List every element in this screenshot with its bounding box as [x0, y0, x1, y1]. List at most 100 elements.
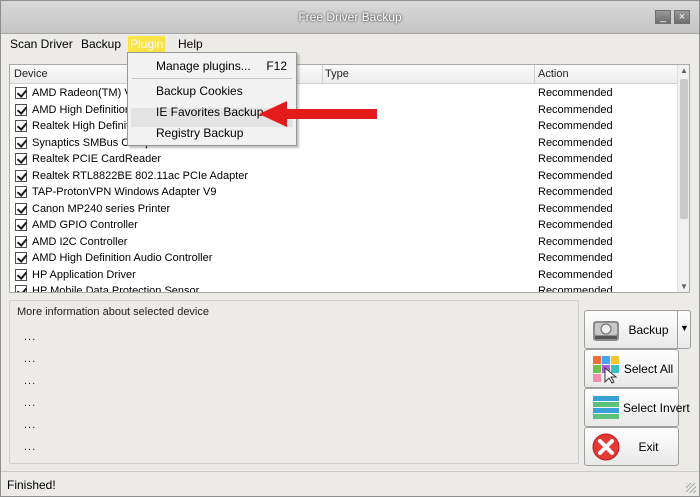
- device-action: Recommended: [538, 103, 613, 116]
- device-action: Recommended: [538, 136, 613, 149]
- row-checkbox[interactable]: [15, 252, 27, 264]
- status-text: Finished!: [7, 478, 56, 492]
- menu-bar: Scan Driver Backup Plugin Help: [1, 34, 699, 54]
- select-all-button[interactable]: Select All: [584, 349, 679, 388]
- exit-label: Exit: [638, 440, 659, 454]
- table-row[interactable]: TAP-ProtonVPN Windows Adapter V9 Recommen…: [10, 184, 678, 201]
- minimize-button[interactable]: _: [655, 10, 671, 24]
- info-line: ...: [24, 353, 37, 365]
- select-invert-icon: [593, 396, 619, 419]
- red-arrow-annotation: [259, 101, 377, 127]
- device-list[interactable]: Device Type Action AMD Radeon(TM) Ve Reco…: [9, 64, 690, 293]
- row-checkbox[interactable]: [15, 169, 27, 182]
- window-title: Free Driver Backup: [298, 10, 402, 24]
- device-action: Recommended: [538, 235, 613, 248]
- resize-grip-icon[interactable]: [686, 483, 696, 493]
- column-divider[interactable]: [534, 65, 535, 84]
- device-name: AMD High Definition: [32, 103, 132, 116]
- row-checkbox[interactable]: [15, 186, 27, 198]
- table-row[interactable]: AMD High Definition Audio Controller Reco…: [10, 250, 678, 267]
- row-checkbox[interactable]: [15, 136, 27, 149]
- table-row[interactable]: HP Application Driver Recommended: [10, 267, 678, 284]
- menu-item-backup-cookies[interactable]: Backup Cookies: [156, 84, 243, 98]
- table-row[interactable]: AMD GPIO Controller Recommended: [10, 217, 678, 234]
- device-action: Recommended: [538, 285, 613, 293]
- main-window: Free Driver Backup _ × Scan Driver Backu…: [0, 0, 700, 497]
- device-action: Recommended: [538, 120, 613, 132]
- device-action: Recommended: [538, 186, 613, 198]
- device-action: Recommended: [538, 153, 613, 165]
- menu-item-ie-favorites-backup[interactable]: IE Favorites Backup: [156, 105, 263, 119]
- menu-scan-driver[interactable]: Scan Driver: [10, 37, 73, 51]
- row-checkbox[interactable]: [15, 153, 27, 165]
- device-name: AMD I2C Controller: [32, 235, 128, 248]
- device-name: AMD GPIO Controller: [32, 219, 138, 231]
- select-invert-button[interactable]: Select Invert: [584, 388, 690, 427]
- column-action[interactable]: Action: [538, 68, 569, 80]
- device-name: AMD Radeon(TM) Ve: [32, 87, 138, 99]
- shortcut-label: F12: [266, 59, 287, 73]
- device-action: Recommended: [538, 87, 613, 99]
- title-bar[interactable]: Free Driver Backup _ ×: [1, 1, 699, 34]
- scroll-up-icon[interactable]: ▲: [680, 66, 688, 75]
- device-name: HP Application Driver: [32, 268, 136, 281]
- device-name: TAP-ProtonVPN Windows Adapter V9: [32, 186, 217, 198]
- row-checkbox[interactable]: [15, 87, 27, 99]
- column-device[interactable]: Device: [14, 68, 48, 80]
- device-list-header: Device Type Action: [10, 65, 678, 84]
- row-checkbox[interactable]: [15, 120, 27, 132]
- device-name: Realtek RTL8822BE 802.11ac PCIe Adapter: [32, 169, 249, 182]
- select-invert-label: Select Invert: [623, 401, 690, 415]
- device-name: AMD High Definition Audio Controller: [32, 252, 213, 264]
- table-row[interactable]: AMD Radeon(TM) Ve Recommended: [10, 85, 678, 102]
- arrow-icon: [259, 101, 377, 127]
- device-action: Recommended: [538, 252, 613, 264]
- row-checkbox[interactable]: [15, 202, 27, 215]
- device-name: Realtek PCIE CardReader: [32, 153, 162, 165]
- menu-item-manage-plugins[interactable]: Manage plugins...: [156, 59, 251, 73]
- exit-button[interactable]: Exit: [584, 427, 679, 466]
- device-action: Recommended: [538, 268, 613, 281]
- column-divider[interactable]: [322, 65, 323, 84]
- device-action: Recommended: [538, 169, 613, 182]
- row-checkbox[interactable]: [15, 219, 27, 231]
- table-row[interactable]: Realtek PCIE CardReader Recommended: [10, 151, 678, 168]
- device-name: Realtek High Definiti: [32, 120, 132, 132]
- row-checkbox[interactable]: [15, 235, 27, 248]
- menu-help[interactable]: Help: [178, 37, 203, 51]
- row-checkbox[interactable]: [15, 268, 27, 281]
- scroll-down-icon[interactable]: ▼: [680, 282, 688, 291]
- row-checkbox[interactable]: [15, 285, 27, 292]
- row-checkbox[interactable]: [15, 103, 27, 116]
- info-line: ...: [24, 331, 37, 343]
- menu-backup[interactable]: Backup: [81, 37, 121, 51]
- device-action: Recommended: [538, 219, 613, 231]
- backup-options-dropdown[interactable]: ▼: [677, 310, 691, 349]
- status-bar: Finished!: [1, 471, 699, 496]
- info-line: ...: [24, 375, 37, 387]
- device-info-panel: More information about selected device .…: [9, 300, 579, 464]
- close-button[interactable]: ×: [674, 10, 690, 24]
- backup-button[interactable]: Backup: [584, 310, 679, 349]
- chevron-down-icon: ▼: [680, 323, 689, 333]
- info-panel-label: More information about selected device: [17, 306, 209, 318]
- hard-drive-icon: [593, 321, 619, 341]
- menu-item-registry-backup[interactable]: Registry Backup: [156, 126, 243, 140]
- column-type[interactable]: Type: [325, 68, 349, 80]
- menu-plugin[interactable]: Plugin: [128, 36, 166, 52]
- table-row[interactable]: HP Mobile Data Protection Sensor Recommen…: [10, 283, 678, 293]
- table-row[interactable]: Realtek RTL8822BE 802.11ac PCIe Adapter R…: [10, 168, 678, 185]
- vertical-scrollbar[interactable]: ▲ ▼: [677, 65, 689, 292]
- table-row[interactable]: AMD I2C Controller Recommended: [10, 234, 678, 251]
- table-row[interactable]: Canon MP240 series Printer Recommended: [10, 201, 678, 218]
- select-all-label: Select All: [623, 362, 674, 376]
- info-line: ...: [24, 397, 37, 409]
- device-name: Canon MP240 series Printer: [32, 202, 171, 215]
- backup-label: Backup: [628, 323, 669, 337]
- select-all-icon: [593, 356, 619, 384]
- info-line: ...: [24, 419, 37, 431]
- table-row[interactable]: Synaptics SMBus Clickpad Recommended: [10, 135, 678, 152]
- menu-separator: [132, 78, 292, 79]
- scrollbar-thumb[interactable]: [680, 79, 688, 219]
- plugin-dropdown-menu: Manage plugins... F12 Backup Cookies IE …: [127, 52, 297, 146]
